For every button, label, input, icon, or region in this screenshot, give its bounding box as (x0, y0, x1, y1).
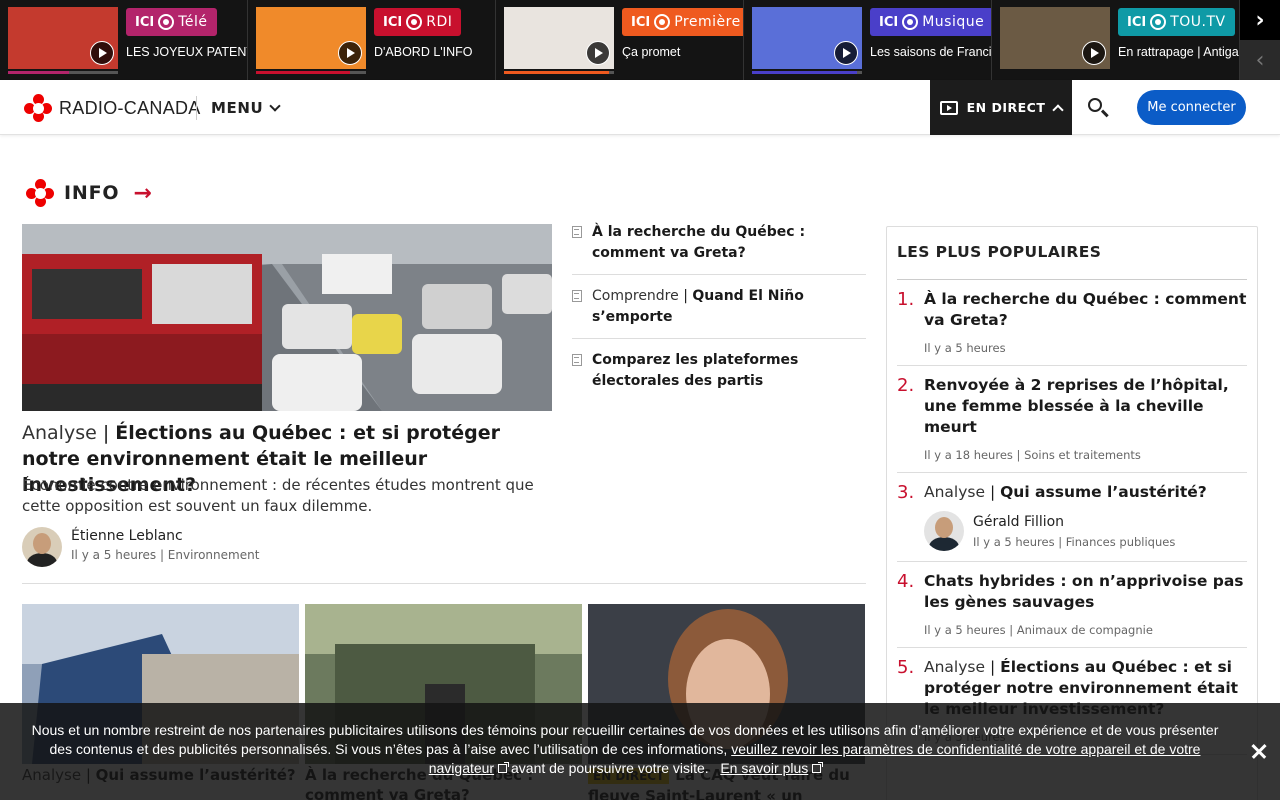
article-icon (572, 226, 582, 238)
article-icon (572, 290, 582, 302)
arrow-right-icon: → (133, 180, 152, 206)
rank-number: 3. (897, 482, 915, 503)
progress-bar (504, 71, 609, 74)
live-channel-item[interactable]: ICI Musique Les saisons de Francis (744, 0, 992, 80)
gem-icon (654, 14, 671, 30)
avatar (22, 527, 62, 567)
article-meta: Il y a 5 heures | Animaux de compagnie (924, 623, 1153, 637)
section-title[interactable]: INFO → (26, 179, 152, 207)
chevron-down-icon (269, 100, 281, 112)
chevron-up-icon (1052, 104, 1065, 116)
channel-thumbnail (504, 7, 614, 74)
channel-thumbnail (8, 7, 118, 74)
gem-icon (158, 14, 175, 30)
channel-badge: ICI Télé (126, 8, 217, 36)
article-meta: Il y a 18 heures | Soins et traitements (924, 448, 1141, 462)
popular-item[interactable]: 1. À la recherche du Québec : comment va … (897, 280, 1247, 366)
search-icon (1088, 98, 1102, 112)
search-button[interactable] (1086, 96, 1112, 122)
rank-number: 4. (897, 571, 915, 592)
popular-list: 1. À la recherche du Québec : comment va … (897, 280, 1247, 755)
channel-program-title: Ça promet (622, 45, 681, 59)
gem-logo-icon (24, 94, 52, 122)
related-link[interactable]: À la recherche du Québec : comment va Gr… (572, 220, 866, 275)
gem-icon (406, 14, 423, 30)
prev-arrow-icon[interactable]: ‹ (1240, 40, 1280, 80)
play-icon (834, 41, 858, 65)
channel-thumbnail (752, 7, 862, 74)
related-link[interactable]: Comprendre | Quand El Niño s’emporte (572, 284, 866, 339)
section-label: INFO (64, 182, 120, 204)
channel-program-title: LES JOYEUX PATENTEUX (126, 45, 247, 59)
live-channel-item[interactable]: ICI TOU.TV En rattrapage | Antigang (992, 0, 1240, 80)
traffic-image (22, 224, 552, 411)
channel-program-title: D'ABORD L'INFO (374, 45, 473, 59)
radio-canada-logo[interactable]: RADIO-CANADA (24, 94, 201, 122)
hero-byline: Étienne Leblanc Il y a 5 heures | Enviro… (22, 527, 259, 567)
live-channel-item[interactable]: ICI RDI D'ABORD L'INFO (248, 0, 496, 80)
external-link-icon (498, 762, 510, 773)
popular-item[interactable]: 2. Renvoyée à 2 reprises de l’hôpital, un… (897, 366, 1247, 473)
popular-headline: Analyse | Qui assume l’austérité? (924, 483, 1207, 501)
channel-program-title: Les saisons de Francis (870, 45, 992, 59)
play-icon (338, 41, 362, 65)
gem-icon (1150, 14, 1167, 30)
play-icon (90, 41, 114, 65)
live-channel-item[interactable]: ICI Première Ça promet (496, 0, 744, 80)
channel-thumbnail (1000, 7, 1110, 69)
live-channel-item[interactable]: ICITélé LES JOYEUX PATENTEUX (0, 0, 248, 80)
channel-program-title: En rattrapage | Antigang (1118, 45, 1240, 59)
channel-badge: ICI Première (622, 8, 743, 36)
progress-bar (8, 71, 69, 74)
popular-item[interactable]: 4. Chats hybrides : on n’apprivoise pas l… (897, 562, 1247, 648)
gem-icon (902, 14, 919, 30)
channel-badge: ICI RDI (374, 8, 462, 36)
author-name[interactable]: Étienne Leblanc (71, 528, 259, 544)
hero-description: Économie contre environnement : de récen… (22, 476, 534, 515)
popular-item[interactable]: 3. Analyse | Qui assume l’austérité? Géral… (897, 473, 1247, 562)
related-link[interactable]: Comparez les plateformes électorales des… (572, 348, 866, 402)
cookie-banner: Nous et un nombre restreint de nos parte… (0, 703, 1280, 800)
learn-more-link[interactable]: En savoir plus (720, 760, 808, 776)
menu-button[interactable]: MENU (211, 99, 281, 117)
menu-label: MENU (211, 99, 264, 117)
gem-logo-icon (26, 179, 54, 207)
logo-text: RADIO-CANADA (59, 97, 201, 118)
external-link-icon (812, 762, 824, 773)
author-name[interactable]: Gérald Fillion (973, 514, 1175, 530)
progress-bar (256, 71, 350, 74)
progress-bar (752, 71, 857, 74)
article-meta: Il y a 5 heures | Environnement (71, 548, 260, 562)
cookie-text-after: avant de poursuivre votre visite. (511, 760, 709, 776)
play-icon (1082, 41, 1106, 65)
live-label: EN DIRECT (966, 100, 1046, 115)
logo-separator (196, 96, 197, 120)
rank-number: 1. (897, 289, 915, 310)
related-links: À la recherche du Québec : comment va Gr… (572, 220, 866, 411)
hero-image[interactable] (22, 224, 552, 411)
channel-badge: ICI TOU.TV (1118, 8, 1235, 36)
popular-headline: Renvoyée à 2 reprises de l’hôpital, une … (924, 376, 1229, 436)
article-icon (572, 354, 582, 366)
live-toggle-button[interactable]: EN DIRECT (930, 80, 1072, 135)
close-icon[interactable] (1250, 742, 1268, 760)
channel-badge: ICI Musique (870, 8, 991, 36)
play-icon (586, 41, 610, 65)
next-arrow-icon[interactable]: › (1240, 0, 1280, 40)
hero-kicker: Analyse (22, 422, 97, 444)
popular-headline: À la recherche du Québec : comment va Gr… (924, 290, 1247, 329)
avatar (924, 511, 964, 551)
live-strip: ICITélé LES JOYEUX PATENTEUX ICIRDI D'ABORD… (0, 0, 1280, 80)
divider (22, 583, 866, 584)
channel-thumbnail (256, 7, 366, 74)
rank-number: 2. (897, 375, 915, 396)
popular-title: LES PLUS POPULAIRES (897, 227, 1247, 280)
tv-play-icon (939, 100, 958, 115)
article-meta: Il y a 5 heures (924, 341, 1006, 355)
site-header: RADIO-CANADA MENU EN DIRECT Me connecter (0, 80, 1280, 135)
login-button[interactable]: Me connecter (1137, 90, 1246, 125)
popular-headline: Chats hybrides : on n’apprivoise pas les… (924, 572, 1244, 611)
